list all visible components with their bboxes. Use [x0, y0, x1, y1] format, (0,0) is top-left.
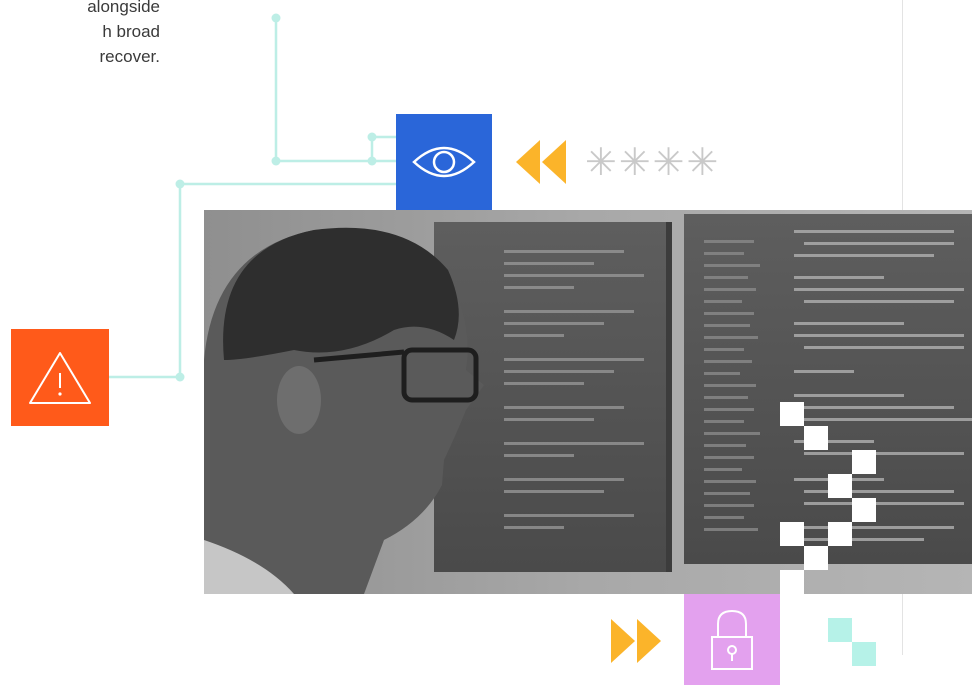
hero-illustration: alongside h broad recover. ✳✳✳✳ [0, 0, 972, 685]
developer-photo [204, 210, 972, 594]
rewind-icon [516, 140, 566, 184]
lock-icon [711, 609, 753, 670]
password-mask: ✳✳✳✳ [585, 140, 721, 184]
lock-tile [684, 594, 780, 685]
eye-icon [412, 146, 476, 178]
fast-forward-icon [611, 619, 661, 663]
warning-icon [29, 351, 91, 404]
eye-tile [396, 114, 492, 210]
warning-tile [11, 329, 109, 426]
